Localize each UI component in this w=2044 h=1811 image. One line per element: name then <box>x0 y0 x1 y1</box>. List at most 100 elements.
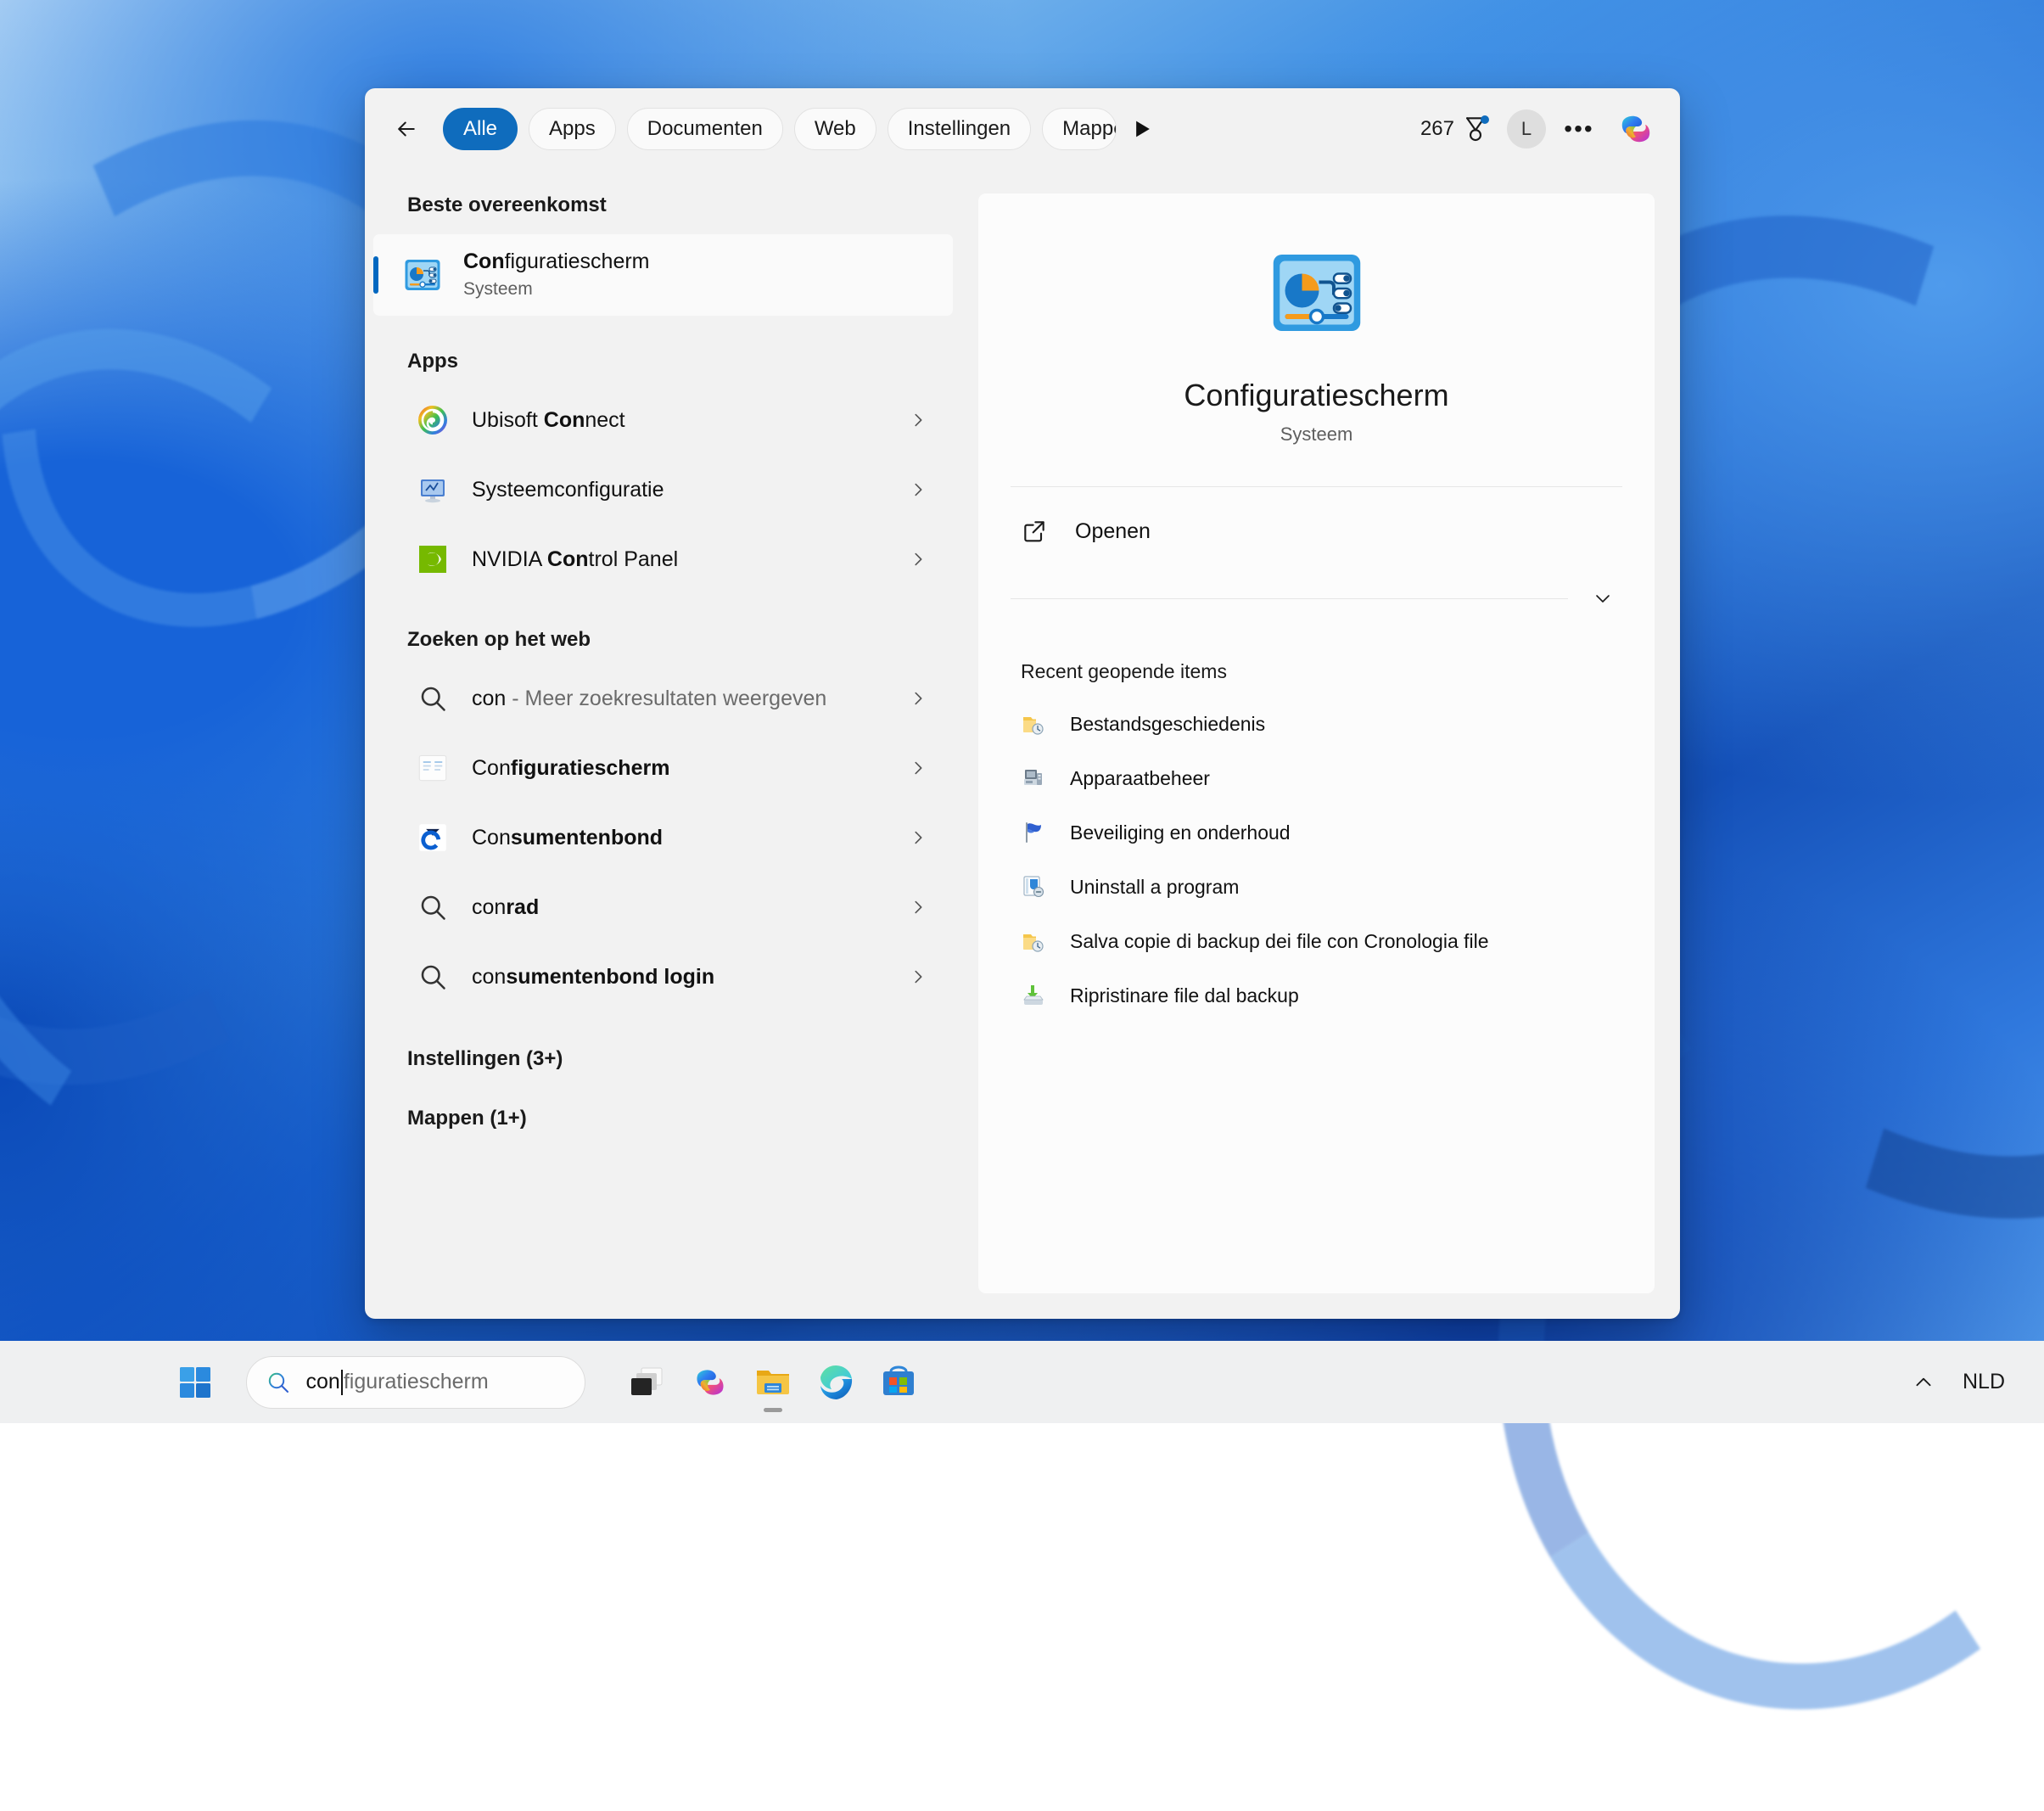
web-result-more-results[interactable]: con - Meer zoekresultaten weergeven <box>373 664 953 733</box>
chevron-right-icon[interactable] <box>909 759 927 777</box>
section-heading-instellingen[interactable]: Instellingen (3+) <box>365 1047 963 1071</box>
filter-tabs: Alle Apps Documenten Web Instellingen Ma… <box>443 108 1117 150</box>
chevron-right-icon[interactable] <box>909 689 927 708</box>
recent-item-label: Bestandsgeschiedenis <box>1070 713 1265 736</box>
tab-documenten[interactable]: Documenten <box>627 108 783 150</box>
rewards-button[interactable]: 267 <box>1412 108 1495 150</box>
task-view-icon <box>628 1363 667 1402</box>
avatar-initial: L <box>1521 118 1532 140</box>
app-result-ubisoft-connect[interactable]: Ubisoft Connect <box>373 385 953 455</box>
app-result-label: Ubisoft Connect <box>472 408 625 433</box>
account-avatar[interactable]: L <box>1507 109 1546 149</box>
more-options-button[interactable]: ••• <box>1558 108 1600 150</box>
tab-apps[interactable]: Apps <box>529 108 616 150</box>
taskbar-search-box[interactable]: configuratiescherm <box>246 1356 585 1409</box>
taskbar-microsoft-store-button[interactable] <box>867 1351 930 1414</box>
tabs-scroll-next-button[interactable] <box>1123 109 1162 149</box>
results-column: Beste overeenkomst <box>365 170 963 1319</box>
tab-mappen[interactable]: Mappen <box>1042 108 1117 150</box>
taskbar-file-explorer-button[interactable] <box>742 1351 804 1414</box>
search-input[interactable]: configuratiescherm <box>306 1370 489 1395</box>
taskbar-app-buttons <box>616 1351 930 1414</box>
app-result-systeemconfiguratie[interactable]: Systeemconfiguratie <box>373 455 953 524</box>
edge-icon <box>816 1363 855 1402</box>
chevron-right-icon[interactable] <box>909 898 927 917</box>
search-icon <box>266 1370 291 1395</box>
chevron-right-icon[interactable] <box>909 411 927 429</box>
web-result-consumentenbond-login[interactable]: consumentenbond login <box>373 942 953 1012</box>
expand-more-button[interactable] <box>1583 582 1622 614</box>
recent-item-ripristinare-file[interactable]: Ripristinare file dal backup <box>978 968 1655 1023</box>
web-result-conrad[interactable]: conrad <box>373 872 953 942</box>
chevron-down-icon <box>1593 588 1613 608</box>
chevron-right-icon[interactable] <box>909 480 927 499</box>
tab-label: Alle <box>463 117 497 141</box>
open-in-new-icon <box>1021 518 1048 545</box>
copilot-icon <box>691 1363 730 1402</box>
recent-item-apparaatbeheer[interactable]: Apparaatbeheer <box>978 751 1655 805</box>
rewards-badge-dot <box>1481 115 1489 124</box>
web-result-list: con - Meer zoekresultaten weergeven <box>365 664 963 1012</box>
chevron-right-icon[interactable] <box>909 967 927 986</box>
recent-item-bestandsgeschiedenis[interactable]: Bestandsgeschiedenis <box>978 697 1655 751</box>
web-result-label: consumentenbond login <box>472 965 714 990</box>
preview-title: Configuratiescherm <box>978 378 1655 413</box>
ellipsis-icon: ••• <box>1564 115 1593 143</box>
section-heading-web: Zoeken op het web <box>365 628 963 652</box>
web-result-configuratiescherm[interactable]: Configuratiescherm <box>373 733 953 803</box>
favicon-page-icon <box>417 753 448 783</box>
tab-web[interactable]: Web <box>794 108 876 150</box>
taskbar-center-cluster: configuratiescherm <box>165 1351 930 1414</box>
preview-expander-row <box>1011 582 1622 614</box>
search-body: Beste overeenkomst <box>365 170 1680 1319</box>
query-match: Con <box>547 547 589 571</box>
section-heading-mappen[interactable]: Mappen (1+) <box>365 1107 963 1130</box>
query-match: Con <box>463 250 505 273</box>
preview-divider <box>1011 486 1622 487</box>
recent-item-uninstall-a-program[interactable]: Uninstall a program <box>978 860 1655 914</box>
back-button[interactable] <box>384 106 429 152</box>
language-indicator[interactable]: NLD <box>1947 1357 2020 1408</box>
favicon-consumentenbond-icon <box>417 822 448 853</box>
divider <box>1011 598 1568 599</box>
tab-instellingen[interactable]: Instellingen <box>888 108 1031 150</box>
chevron-right-icon[interactable] <box>909 550 927 569</box>
chevron-right-icon[interactable] <box>909 828 927 847</box>
taskbar-copilot-button[interactable] <box>679 1351 742 1414</box>
search-filter-bar: Alle Apps Documenten Web Instellingen Ma… <box>365 88 1680 170</box>
app-result-label: Systeemconfiguratie <box>472 478 664 502</box>
taskbar-edge-button[interactable] <box>804 1351 867 1414</box>
query-suffix-match: rad <box>506 895 539 919</box>
uninstall-icon <box>1021 874 1046 900</box>
preview-hero: Configuratiescherm Systeem <box>978 193 1655 446</box>
arrow-left-icon <box>394 116 419 142</box>
best-match-result[interactable]: Configuratiescherm Systeem <box>373 234 953 316</box>
tab-alle[interactable]: Alle <box>443 108 518 150</box>
recent-item-salva-copie-backup[interactable]: Salva copie di backup dei file con Crono… <box>978 914 1655 968</box>
file-explorer-icon <box>753 1363 792 1402</box>
copilot-button[interactable] <box>1614 107 1658 151</box>
web-result-label: Consumentenbond <box>472 826 663 850</box>
query-suffix-match: figuratiescherm <box>511 756 670 780</box>
start-button[interactable] <box>165 1353 226 1412</box>
nvidia-control-panel-icon <box>417 544 448 575</box>
web-result-consumentenbond[interactable]: Consumentenbond <box>373 803 953 872</box>
section-heading-best-match: Beste overeenkomst <box>365 193 963 217</box>
taskbar: configuratiescherm <box>0 1341 2044 1423</box>
taskbar-task-view-button[interactable] <box>616 1351 679 1414</box>
store-icon <box>879 1363 918 1402</box>
tab-label: Mappen <box>1062 117 1117 141</box>
show-hidden-icons-button[interactable] <box>1900 1357 1947 1408</box>
title-rest: figuratiescherm <box>505 250 650 273</box>
ubisoft-connect-icon <box>417 405 448 435</box>
query-suffix-match: sumentenbond login <box>506 965 714 989</box>
best-match-text: Configuratiescherm Systeem <box>463 250 650 300</box>
section-heading-apps: Apps <box>365 350 963 373</box>
best-match-title: Configuratiescherm <box>463 250 650 275</box>
app-result-nvidia-control-panel[interactable]: NVIDIA Control Panel <box>373 524 953 594</box>
query-match: Con <box>544 408 585 432</box>
recent-item-label: Salva copie di backup dei file con Crono… <box>1070 930 1489 953</box>
tab-label: Instellingen <box>908 117 1011 141</box>
recent-item-beveiliging-en-onderhoud[interactable]: Beveiliging en onderhoud <box>978 805 1655 860</box>
open-action[interactable]: Openen <box>1011 496 1622 567</box>
